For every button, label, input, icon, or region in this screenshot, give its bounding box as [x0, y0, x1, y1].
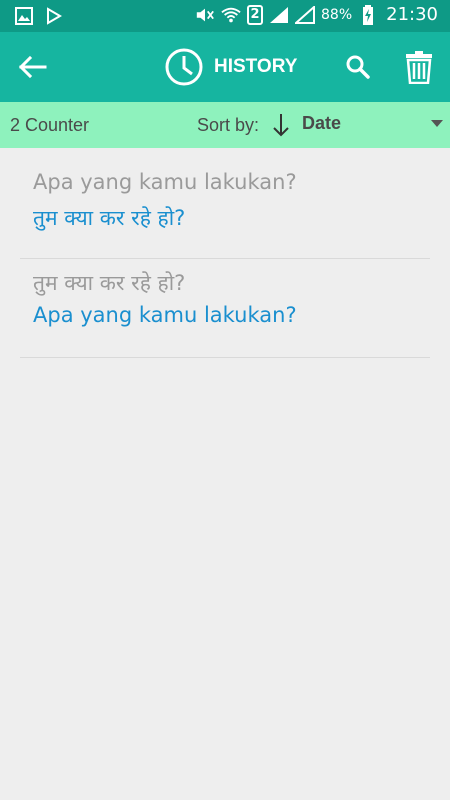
battery-icon — [358, 4, 378, 25]
translation-text: Apa yang kamu lakukan? — [33, 303, 297, 327]
sort-value: Date — [302, 113, 342, 133]
source-text: Apa yang kamu lakukan? — [33, 170, 297, 194]
battery-percent: 88% — [321, 6, 353, 23]
delete-all-button[interactable] — [400, 47, 438, 87]
clock-time: 21:30 — [386, 4, 438, 25]
trash-icon — [406, 51, 432, 84]
clock-icon — [165, 48, 203, 86]
app-bar: HISTORY — [0, 32, 450, 102]
history-item[interactable]: Apa yang kamu lakukan? तुम क्या कर रहे ह… — [20, 160, 430, 259]
play-store-icon — [44, 6, 64, 26]
wifi-icon — [221, 5, 241, 25]
sort-bar: 2 Counter Sort by: Date — [0, 102, 450, 148]
history-list: Apa yang kamu lakukan? तुम क्या कर रहे ह… — [20, 160, 430, 358]
sort-dropdown[interactable]: Date — [302, 110, 450, 140]
arrow-left-icon — [18, 55, 47, 79]
sim-icon: 2 — [247, 4, 263, 25]
mute-icon — [195, 5, 215, 25]
signal-icon — [269, 5, 289, 25]
history-item[interactable]: तुम क्या कर रहे हो? Apa yang kamu lakuka… — [20, 259, 430, 358]
search-icon — [346, 55, 370, 79]
source-text: तुम क्या कर रहे हो? — [33, 271, 186, 295]
status-bar: 2 88% 21:30 — [0, 0, 450, 32]
chevron-down-icon — [431, 120, 443, 127]
sort-label: Sort by: — [197, 115, 260, 135]
back-button[interactable] — [14, 49, 50, 85]
search-button[interactable] — [340, 49, 376, 85]
page-title-group: HISTORY — [164, 46, 297, 88]
signal-empty-icon — [295, 5, 315, 25]
history-counter: 2 Counter — [10, 115, 90, 135]
translation-text: तुम क्या कर रहे हो? — [33, 206, 186, 230]
arrow-down-icon[interactable] — [271, 112, 291, 138]
page-title: HISTORY — [214, 56, 298, 77]
image-icon — [14, 6, 34, 26]
